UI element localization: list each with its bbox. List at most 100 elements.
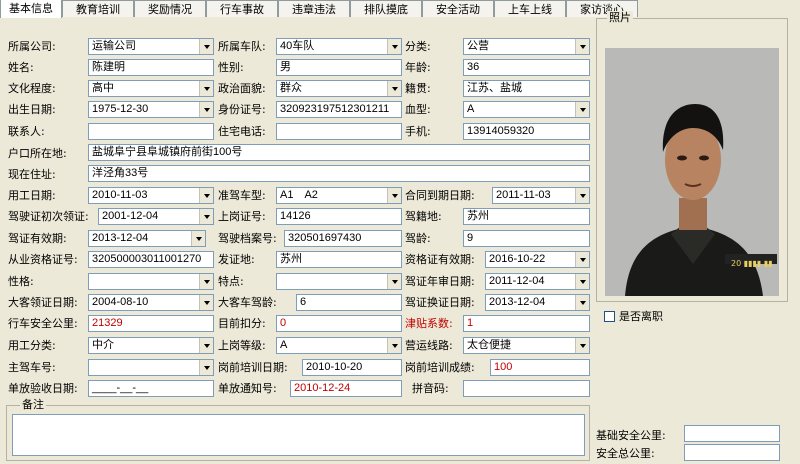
allowance-coef-field[interactable]: 1 [463, 315, 590, 332]
issue-place-field[interactable]: 苏州 [276, 251, 402, 268]
blood-select[interactable]: A [463, 101, 590, 118]
hire-label: 用工日期: [8, 189, 56, 202]
category-select[interactable]: 公营 [463, 38, 590, 55]
notice-no-field[interactable]: 2010-12-24 [290, 380, 402, 397]
gender-field[interactable]: 男 [276, 59, 402, 76]
resigned-checkbox[interactable] [604, 311, 615, 322]
bus-license-date-picker[interactable]: 2004-08-10 [88, 294, 214, 311]
main-vehicle-select[interactable] [88, 359, 214, 376]
license-renew-label: 驾证换证日期: [405, 296, 475, 309]
chevron-down-icon[interactable] [575, 295, 589, 310]
qualification-field[interactable]: 320500003011001270 [88, 251, 214, 268]
driving-age-field[interactable]: 9 [463, 230, 590, 247]
chevron-down-icon[interactable] [199, 360, 213, 375]
age-field[interactable]: 36 [463, 59, 590, 76]
license-valid-date-picker[interactable]: 2013-12-04 [88, 230, 206, 247]
post-level-select[interactable]: A [276, 337, 402, 354]
training-score-field[interactable]: 100 [490, 359, 590, 376]
chevron-down-icon[interactable] [575, 188, 589, 203]
main-vehicle-label: 主驾车号: [8, 361, 56, 374]
education-label: 文化程度: [8, 82, 56, 95]
chevron-down-icon[interactable] [387, 274, 401, 289]
native-field[interactable]: 江苏、盐城 [463, 80, 590, 97]
chevron-down-icon[interactable] [199, 102, 213, 117]
chevron-down-icon[interactable] [575, 102, 589, 117]
total-safety-km-field[interactable] [684, 444, 780, 461]
chevron-down-icon[interactable] [199, 188, 213, 203]
training-score-label: 岗前培训成绩: [405, 361, 475, 374]
chevron-down-icon[interactable] [199, 274, 213, 289]
chevron-down-icon[interactable] [199, 295, 213, 310]
base-safety-km-field[interactable] [684, 425, 780, 442]
issue-place-label: 发证地: [218, 253, 255, 266]
chevron-down-icon[interactable] [575, 39, 589, 54]
remarks-label: 备注 [20, 398, 46, 412]
tab-screening[interactable]: 排队摸底 [350, 0, 422, 17]
employment-type-select[interactable]: 中介 [88, 337, 214, 354]
contact-label: 联系人: [8, 125, 45, 138]
chevron-down-icon[interactable] [387, 338, 401, 353]
politics-select[interactable]: 群众 [276, 80, 402, 97]
team-label: 所属车队: [218, 40, 266, 53]
chevron-down-icon[interactable] [387, 188, 401, 203]
chevron-down-icon[interactable] [199, 338, 213, 353]
contact-field[interactable] [88, 123, 214, 140]
contract-date-picker[interactable]: 2011-11-03 [492, 187, 590, 204]
acceptance-date-field[interactable]: ____-__-__ [88, 380, 214, 397]
deduct-label: 目前扣分: [218, 317, 266, 330]
category-label: 分类: [405, 40, 431, 53]
training-date-field[interactable]: 2010-10-20 [302, 359, 402, 376]
chevron-down-icon[interactable] [191, 231, 205, 246]
tab-accidents[interactable]: 行车事故 [206, 0, 278, 17]
birth-date-picker[interactable]: 1975-12-30 [88, 101, 214, 118]
chevron-down-icon[interactable] [199, 39, 213, 54]
chevron-down-icon[interactable] [387, 39, 401, 54]
hukou-field[interactable]: 盐城阜宁县阜城镇府前街100号 [88, 144, 590, 161]
age-label: 年龄: [405, 61, 431, 74]
address-label: 现在住址: [8, 168, 56, 181]
post-cert-field[interactable]: 14126 [276, 208, 402, 225]
tab-safety-activities[interactable]: 安全活动 [422, 0, 494, 17]
address-field[interactable]: 洋泾角33号 [88, 165, 590, 182]
tab-education-training[interactable]: 教育培训 [62, 0, 134, 17]
homephone-label: 住宅电话: [218, 125, 266, 138]
mobile-label: 手机: [405, 125, 431, 138]
company-select[interactable]: 运输公司 [88, 38, 214, 55]
tab-basic-info[interactable]: 基本信息 [0, 0, 62, 19]
homephone-field[interactable] [276, 123, 402, 140]
idno-field[interactable]: 320923197512301211 [276, 101, 402, 118]
safe-km-field[interactable]: 21329 [88, 315, 214, 332]
first-license-date-picker[interactable]: 2001-12-04 [98, 208, 214, 225]
qual-valid-label: 资格证有效期: [405, 253, 475, 266]
character-select[interactable] [88, 273, 214, 290]
pinyin-field[interactable] [463, 380, 590, 397]
tab-on-duty[interactable]: 上车上线 [494, 0, 566, 17]
team-select[interactable]: 40车队 [276, 38, 402, 55]
chevron-down-icon[interactable] [387, 81, 401, 96]
chevron-down-icon[interactable] [199, 209, 213, 224]
name-field[interactable]: 陈建明 [88, 59, 214, 76]
vehicle-select[interactable]: A1 A2 [276, 187, 402, 204]
allowance-coef-label: 津贴系数: [405, 317, 453, 330]
bus-driving-age-field[interactable]: 6 [296, 294, 402, 311]
driver-reg-label: 驾籍地: [405, 210, 442, 223]
deduct-field[interactable]: 0 [276, 315, 402, 332]
chevron-down-icon[interactable] [575, 274, 589, 289]
annual-review-date-picker[interactable]: 2011-12-04 [485, 273, 590, 290]
chevron-down-icon[interactable] [575, 338, 589, 353]
tab-rewards[interactable]: 奖励情况 [134, 0, 206, 17]
education-select[interactable]: 高中 [88, 80, 214, 97]
archive-field[interactable]: 320501697430 [284, 230, 402, 247]
company-label: 所属公司: [8, 40, 56, 53]
license-renew-date-picker[interactable]: 2013-12-04 [485, 294, 590, 311]
remarks-textarea[interactable] [12, 414, 585, 456]
chevron-down-icon[interactable] [575, 252, 589, 267]
mobile-field[interactable]: 13914059320 [463, 123, 590, 140]
feature-select[interactable] [276, 273, 402, 290]
tab-violations[interactable]: 违章违法 [278, 0, 350, 17]
route-select[interactable]: 太仓便捷 [463, 337, 590, 354]
driver-reg-field[interactable]: 苏州 [463, 208, 590, 225]
hire-date-picker[interactable]: 2010-11-03 [88, 187, 214, 204]
chevron-down-icon[interactable] [199, 81, 213, 96]
qual-valid-date-picker[interactable]: 2016-10-22 [485, 251, 590, 268]
